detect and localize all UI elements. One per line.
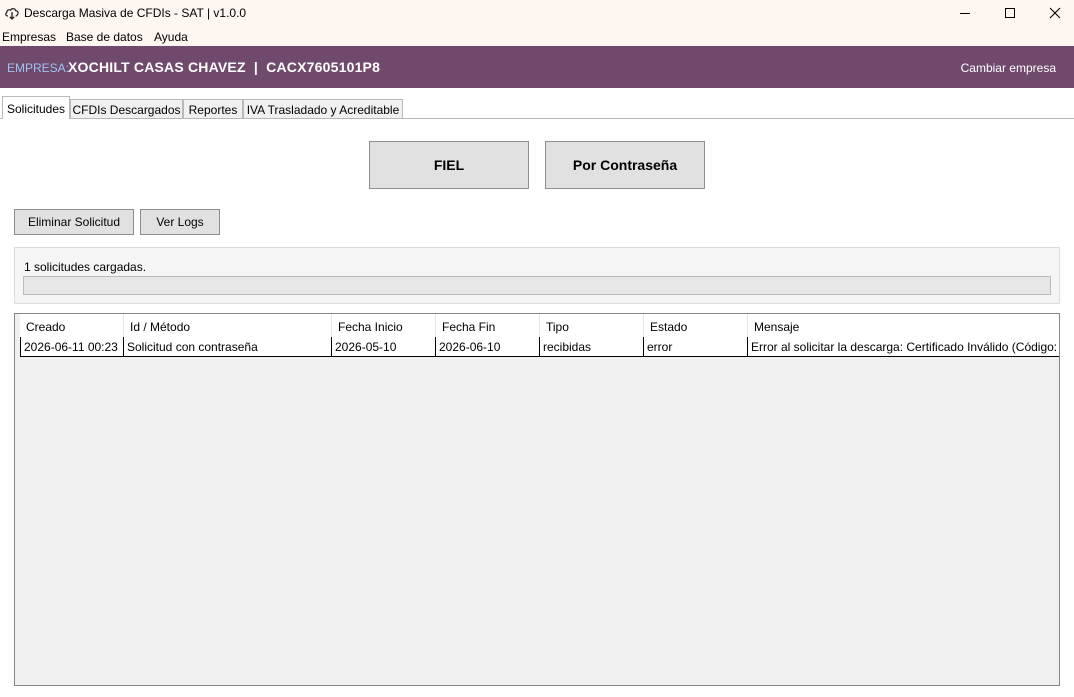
- column-header-creado[interactable]: Creado: [20, 314, 124, 337]
- requests-table[interactable]: Creado Id / Método Fecha Inicio Fecha Fi…: [14, 313, 1060, 686]
- cell-tipo: recibidas: [540, 337, 644, 357]
- fiel-button[interactable]: FIEL: [369, 141, 529, 189]
- close-icon: [1049, 7, 1061, 19]
- change-company-link[interactable]: Cambiar empresa: [961, 61, 1056, 75]
- table-row[interactable]: 2026-06-11 00:23 Solicitud con contraseñ…: [20, 337, 1059, 357]
- delete-request-button[interactable]: Eliminar Solicitud: [14, 209, 134, 235]
- tab-iva[interactable]: IVA Trasladado y Acreditable: [243, 99, 403, 118]
- cell-creado: 2026-06-11 00:23: [20, 337, 124, 357]
- minimize-icon: [960, 13, 970, 14]
- status-panel: 1 solicitudes cargadas.: [14, 247, 1060, 304]
- column-header-estado[interactable]: Estado: [644, 314, 748, 337]
- table-header: Creado Id / Método Fecha Inicio Fecha Fi…: [20, 314, 1059, 338]
- tab-strip-border: [0, 118, 1074, 119]
- menu-base-de-datos[interactable]: Base de datos: [66, 30, 143, 44]
- tab-cfdis-descargados[interactable]: CFDIs Descargados: [70, 99, 183, 118]
- column-header-fecha-fin[interactable]: Fecha Fin: [436, 314, 540, 337]
- company-banner: EMPRESA: XOCHILT CASAS CHAVEZ | CACX7605…: [0, 46, 1074, 88]
- column-header-fecha-inicio[interactable]: Fecha Inicio: [332, 314, 436, 337]
- tab-solicitudes[interactable]: Solicitudes: [2, 96, 70, 119]
- menu-empresas[interactable]: Empresas: [2, 30, 56, 44]
- company-name: XOCHILT CASAS CHAVEZ | CACX7605101P8: [68, 59, 381, 75]
- close-button[interactable]: [1032, 0, 1074, 26]
- cell-estado: error: [644, 337, 748, 357]
- cell-mensaje: Error al solicitar la descarga: Certific…: [748, 337, 1059, 357]
- window-title: Descarga Masiva de CFDIs - SAT | v1.0.0: [24, 6, 247, 20]
- company-label: EMPRESA:: [7, 61, 70, 75]
- status-text: 1 solicitudes cargadas.: [24, 260, 147, 274]
- maximize-icon: [1005, 8, 1015, 18]
- cell-fecha-inicio: 2026-05-10: [332, 337, 436, 357]
- column-header-mensaje[interactable]: Mensaje: [748, 314, 1059, 337]
- menu-bar: Empresas Base de datos Ayuda: [0, 26, 1074, 46]
- password-button[interactable]: Por Contraseña: [545, 141, 705, 189]
- view-logs-button[interactable]: Ver Logs: [140, 209, 220, 235]
- title-bar: Descarga Masiva de CFDIs - SAT | v1.0.0: [0, 0, 1074, 26]
- cell-id-metodo: Solicitud con contraseña: [124, 337, 332, 357]
- column-header-tipo[interactable]: Tipo: [540, 314, 644, 337]
- tab-reportes[interactable]: Reportes: [183, 99, 243, 118]
- cell-fecha-fin: 2026-06-10: [436, 337, 540, 357]
- cloud-download-icon: [5, 8, 19, 20]
- progress-bar: [23, 276, 1051, 295]
- column-header-id-metodo[interactable]: Id / Método: [124, 314, 332, 337]
- menu-ayuda[interactable]: Ayuda: [154, 30, 188, 44]
- maximize-button[interactable]: [987, 0, 1033, 26]
- minimize-button[interactable]: [942, 0, 988, 26]
